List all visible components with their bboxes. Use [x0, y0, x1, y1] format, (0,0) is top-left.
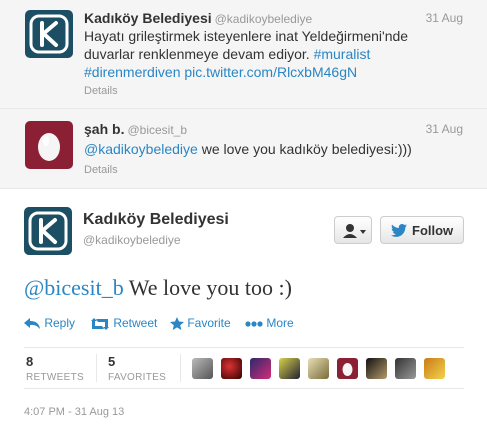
retweets-count: 8 [26, 354, 34, 369]
twitter-bird-icon [391, 224, 407, 237]
reply-icon [24, 317, 40, 329]
tweet-stats: 8 RETWEETS 5 FAVORITES [24, 347, 464, 389]
divider [180, 354, 181, 382]
tweet-text: @bicesit_b We love you too :) [24, 275, 292, 301]
tweet-date[interactable]: 31 Aug [426, 11, 463, 25]
mention-link[interactable]: @kadikoybelediye [84, 141, 198, 157]
tweet-date[interactable]: 31 Aug [426, 122, 463, 136]
author-handle: @kadikoybelediye [214, 12, 313, 26]
user-actions-button[interactable] [334, 216, 372, 244]
hashtag-link[interactable]: #direnmerdiven pic.twitter.com/RlcxbM46g… [84, 63, 464, 81]
reply-button[interactable]: Reply [24, 316, 75, 330]
favoriter-avatar[interactable] [395, 358, 416, 379]
caret-down-icon [360, 230, 366, 234]
favorite-button[interactable]: Favorite [170, 316, 231, 331]
expanded-tweet: Kadıköy Belediyesi @kadikoybelediye Foll… [0, 189, 487, 430]
more-label: More [266, 316, 294, 330]
favoriter-avatar[interactable] [366, 358, 387, 379]
favoriter-avatar[interactable] [221, 358, 242, 379]
favoriter-avatar[interactable] [424, 358, 445, 379]
favoriter-avatar[interactable] [192, 358, 213, 379]
tweet-timestamp: 4:07 PM - 31 Aug 13 [24, 406, 125, 418]
divider [96, 354, 97, 382]
favoriter-avatar[interactable] [279, 358, 300, 379]
favoriter-avatar[interactable] [337, 358, 358, 379]
tweet-text: @kadikoybelediye we love you kadıköy bel… [84, 140, 464, 158]
details-link[interactable]: Details [84, 164, 118, 176]
egg-avatar[interactable] [25, 121, 73, 169]
favorites-label: FAVORITES [108, 372, 167, 383]
k-logo-avatar[interactable] [25, 10, 73, 58]
reply-label: Reply [44, 316, 76, 330]
author-name[interactable]: Kadıköy Belediyesi @kadikoybelediye [84, 10, 312, 26]
favorites-count: 5 [108, 354, 116, 369]
author-name[interactable]: şah b. @bicesit_b [84, 121, 187, 137]
favorite-label: Favorite [187, 316, 231, 330]
follow-button[interactable]: Follow [380, 216, 464, 244]
dots-icon [245, 321, 263, 327]
tweet-text: Hayatı grileştirmek isteyenlere inat Yel… [84, 27, 464, 81]
mention-link[interactable]: @bicesit_b [24, 275, 124, 300]
favorites-stat[interactable]: 5 FAVORITES [108, 354, 166, 383]
hashtag-link[interactable]: #muralist [314, 46, 371, 62]
tweet-text-line: duvarlar renklenmeye devam ediyor. #mura… [84, 45, 464, 63]
retweet-icon [91, 317, 109, 330]
tweet-text-span: We love you too :) [123, 275, 292, 300]
retweet-label: Retweet [113, 316, 158, 330]
retweet-button[interactable]: Retweet [90, 316, 157, 330]
tweet-item-2[interactable]: şah b. @bicesit_b 31 Aug @kadikoybelediye… [0, 109, 487, 189]
tweet-text-line: Hayatı grileştirmek isteyenlere inat Yel… [84, 28, 409, 44]
tweet-text-span: duvarlar renklenmeye devam ediyor. [84, 46, 314, 62]
k-logo-avatar[interactable] [24, 207, 72, 255]
follow-label: Follow [412, 223, 454, 238]
author-handle: @bicesit_b [127, 123, 188, 137]
author-name[interactable]: Kadıköy Belediyesi [83, 211, 229, 229]
tweet-text-span: we love you kadıköy belediyesi:))) [197, 141, 412, 157]
more-button[interactable]: More [245, 316, 294, 330]
details-link[interactable]: Details [84, 85, 118, 97]
tweet-item-1[interactable]: Kadıköy Belediyesi @kadikoybelediye 31 Au… [0, 0, 487, 109]
favoriter-avatar[interactable] [250, 358, 271, 379]
favoriter-avatar[interactable] [308, 358, 329, 379]
retweets-label: RETWEETS [26, 372, 84, 383]
author-handle[interactable]: @kadikoybelediye [83, 233, 181, 247]
retweets-stat[interactable]: 8 RETWEETS [26, 354, 84, 383]
star-icon [170, 317, 184, 331]
user-icon [343, 224, 366, 238]
